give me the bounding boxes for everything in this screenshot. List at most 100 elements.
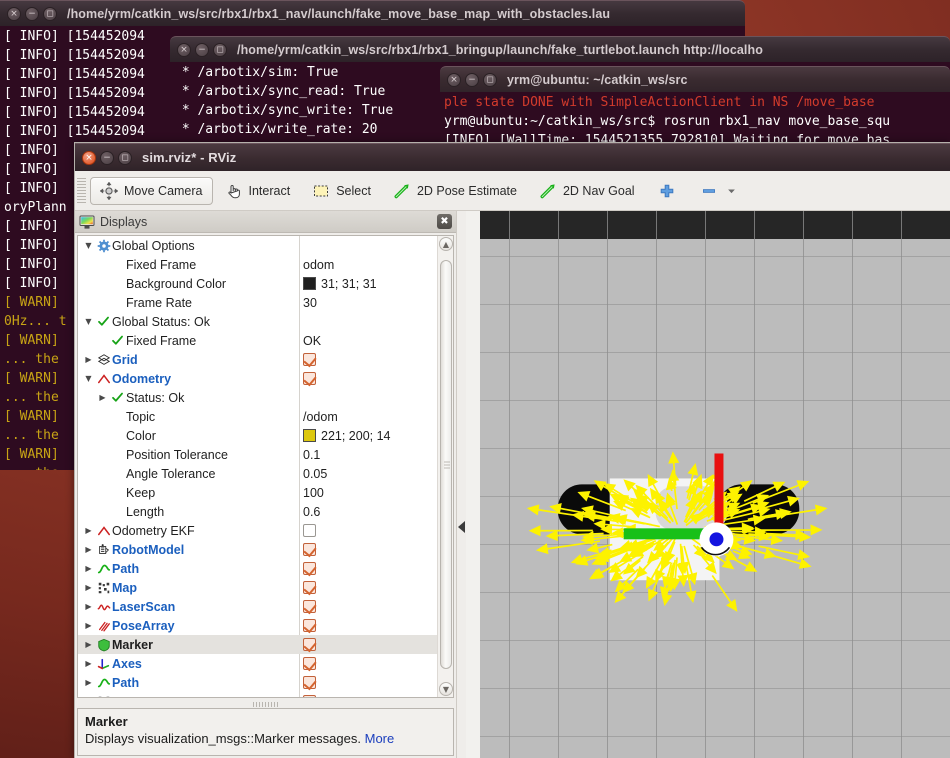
maximize-button[interactable]: ◻ [483,72,497,87]
display-enabled-checkbox[interactable] [303,372,316,385]
displays-tree-row-value[interactable] [303,600,316,613]
displays-tree-row[interactable]: ▶ Status: Ok [78,388,437,407]
expand-arrow-right-icon[interactable]: ▶ [82,526,95,535]
minimize-button[interactable]: − [25,6,39,21]
displays-tree-row[interactable]: ▶ RobotModel [78,540,437,559]
color-swatch[interactable] [303,429,316,442]
displays-tree-row-value[interactable]: /odom [303,410,338,424]
tool-dropdown-button[interactable] [725,177,746,205]
titlebar-bringup[interactable]: × − ◻ /home/yrm/catkin_ws/src/rbx1/rbx1_… [170,36,950,62]
displays-tree-row[interactable]: ▶ Grid [78,350,437,369]
titlebar-launch-map[interactable]: × − ◻ /home/yrm/catkin_ws/src/rbx1/rbx1_… [0,0,745,26]
displays-tree-row-value[interactable] [303,581,316,594]
tool-interact[interactable]: Interact [215,177,301,205]
displays-tree-row-value[interactable]: 221; 200; 14 [303,429,391,443]
scroll-down-button[interactable]: ▼ [439,682,453,696]
expand-arrow-right-icon[interactable]: ▶ [82,659,95,668]
displays-tree-row-value[interactable]: 0.05 [303,467,327,481]
remove-tool-button[interactable] [689,177,723,205]
expand-arrow-right-icon[interactable]: ▶ [82,545,95,554]
displays-tree-row-value[interactable] [303,676,316,689]
displays-tree-row-value[interactable]: 31; 31; 31 [303,277,377,291]
tool-2d-pose-estimate[interactable]: 2D Pose Estimate [383,177,527,205]
pane-splitter[interactable] [457,211,466,758]
displays-tree-row[interactable]: ▶ Marker [78,635,437,654]
tool-move-camera[interactable]: Move Camera [90,176,213,205]
expand-arrow-right-icon[interactable]: ▶ [82,640,95,649]
displays-tree-row[interactable]: Background Color 31; 31; 31 [78,274,437,293]
displays-tree-scrollbar[interactable]: ▲ ▼ [437,236,453,697]
expand-arrow-right-icon[interactable]: ▶ [96,393,109,402]
terminal-output-shell[interactable]: ple state DONE with SimpleActionClient i… [440,92,950,142]
display-enabled-checkbox[interactable] [303,353,316,366]
minimize-button[interactable]: − [100,150,114,165]
displays-panel-header[interactable]: Displays ✖ [75,211,456,233]
displays-tree-row[interactable]: ▶Map [78,578,437,597]
display-enabled-checkbox[interactable] [303,562,316,575]
expand-arrow-down-icon[interactable]: ▼ [82,317,95,326]
close-button[interactable]: × [177,42,191,57]
minimize-button[interactable]: − [195,42,209,57]
expand-arrow-right-icon[interactable]: ▶ [82,355,95,364]
tool-select[interactable]: Select [302,177,381,205]
displays-tree-row[interactable]: Color 221; 200; 14 [78,426,437,445]
expand-arrow-right-icon[interactable]: ▶ [82,583,95,592]
displays-tree-row[interactable]: ▼ Global Status: Ok [78,312,437,331]
maximize-button[interactable]: ◻ [118,150,132,165]
displays-tree-row-value[interactable]: 100 [303,486,324,500]
expand-arrow-right-icon[interactable]: ▶ [82,602,95,611]
terminal-window-shell[interactable]: × − ◻ yrm@ubuntu: ~/catkin_ws/src ple st… [440,66,950,142]
displays-tree-row-value[interactable] [303,353,316,366]
displays-panel-close-button[interactable]: ✖ [437,214,452,229]
displays-tree-row-value[interactable]: odom [303,258,334,272]
window-buttons[interactable]: × − ◻ [447,72,497,87]
close-button[interactable]: × [7,6,21,21]
color-swatch[interactable] [303,277,316,290]
displays-tree-row-value[interactable]: 0.6 [303,505,320,519]
close-button[interactable]: × [82,150,96,165]
displays-tree-row[interactable]: ▶ Path [78,559,437,578]
displays-tree-row-value[interactable] [303,695,316,697]
display-enabled-checkbox[interactable] [303,600,316,613]
titlebar-shell[interactable]: × − ◻ yrm@ubuntu: ~/catkin_ws/src [440,66,950,92]
collapse-panel-arrow-icon[interactable] [458,521,465,533]
rviz-window[interactable]: × − ◻ sim.rviz* - RViz Move Camera Inter… [74,142,950,758]
panel-horizontal-splitter[interactable] [75,700,456,708]
toolbar-drag-handle[interactable] [77,177,86,204]
displays-tree-row-value[interactable] [303,562,316,575]
displays-tree-row[interactable]: ▶ Odometry EKF [78,521,437,540]
scroll-up-button[interactable]: ▲ [439,237,453,251]
displays-tree-row[interactable]: Fixed Frame OK [78,331,437,350]
close-button[interactable]: × [447,72,461,87]
display-enabled-checkbox[interactable] [303,524,316,537]
displays-tree-row-value[interactable] [303,619,316,632]
display-enabled-checkbox[interactable] [303,619,316,632]
displays-tree-row[interactable]: Topic/odom [78,407,437,426]
minimize-button[interactable]: − [465,72,479,87]
description-more-link[interactable]: More [365,731,395,746]
scrollbar-thumb[interactable] [440,260,452,669]
displays-tree-row[interactable]: ▶Map [78,692,437,697]
displays-tree-row[interactable]: Position Tolerance 0.1 [78,445,437,464]
displays-tree-row[interactable]: ▶ PoseArray [78,616,437,635]
display-enabled-checkbox[interactable] [303,543,316,556]
displays-tree-container[interactable]: ▼ Global Options Fixed Frame odom Background… [77,235,454,698]
rviz-3d-viewport[interactable] [466,211,950,758]
maximize-button[interactable]: ◻ [213,42,227,57]
displays-tree-row[interactable]: Angle Tolerance 0.05 [78,464,437,483]
displays-tree-row[interactable]: ▶ Path [78,673,437,692]
displays-tree[interactable]: ▼ Global Options Fixed Frame odom Background… [78,236,437,697]
expand-arrow-right-icon[interactable]: ▶ [82,678,95,687]
displays-tree-row[interactable]: Fixed Frame odom [78,255,437,274]
window-buttons[interactable]: × − ◻ [7,6,57,21]
display-enabled-checkbox[interactable] [303,657,316,670]
rviz-titlebar[interactable]: × − ◻ sim.rviz* - RViz [75,143,950,171]
displays-tree-row-value[interactable] [303,657,316,670]
displays-tree-row-value[interactable] [303,524,316,537]
window-buttons[interactable]: × − ◻ [177,42,227,57]
display-enabled-checkbox[interactable] [303,638,316,651]
displays-tree-row-value[interactable]: 30 [303,296,317,310]
displays-tree-row-value[interactable]: 0.1 [303,448,320,462]
display-enabled-checkbox[interactable] [303,581,316,594]
displays-tree-row[interactable]: ▶ LaserScan [78,597,437,616]
